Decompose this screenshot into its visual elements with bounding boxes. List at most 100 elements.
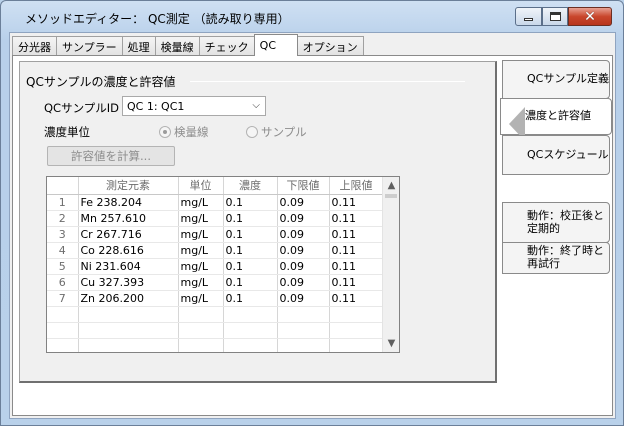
- cell-upper-limit[interactable]: 0.11: [329, 226, 384, 243]
- close-icon: ✕: [584, 8, 596, 25]
- table-row[interactable]: 4 Co 228.616 mg/L 0.1 0.09 0.11: [47, 242, 384, 259]
- tab-options[interactable]: オプション: [296, 36, 364, 56]
- calculate-tolerance-button[interactable]: 許容値を計算...: [47, 146, 175, 166]
- cell-lower-limit[interactable]: 0.09: [277, 226, 330, 243]
- qc-content-panel: QCサンプルの濃度と許容値 QCサンプルID QC 1: QC1 ⌵ 濃度単位 …: [19, 61, 497, 383]
- cell-unit[interactable]: mg/L: [178, 242, 224, 259]
- cell-lower-limit[interactable]: 0.09: [277, 274, 330, 291]
- cell-lower-limit[interactable]: 0.09: [277, 242, 330, 259]
- column-header-element[interactable]: 測定元素: [78, 177, 179, 195]
- cell-concentration[interactable]: 0.1: [223, 226, 278, 243]
- column-header-concentration[interactable]: 濃度: [223, 177, 278, 195]
- cell-element[interactable]: Cr 267.716: [78, 226, 179, 243]
- cell-unit[interactable]: mg/L: [178, 210, 224, 227]
- tab-qc[interactable]: QC: [253, 34, 298, 56]
- unit-radio-sample[interactable]: サンプル: [246, 124, 307, 140]
- minimize-icon: [524, 18, 533, 21]
- chevron-down-icon: ⌵: [252, 100, 260, 111]
- table-header-row: 測定元素 単位 濃度 下限値 上限値: [47, 177, 384, 195]
- cell-unit[interactable]: mg/L: [178, 290, 224, 307]
- column-header-lower-limit[interactable]: 下限値: [277, 177, 330, 195]
- cell-concentration[interactable]: 0.1: [223, 274, 278, 291]
- empty-row[interactable]: [47, 306, 384, 323]
- tab-calibration[interactable]: 検量線: [154, 36, 200, 56]
- cell-element[interactable]: Co 228.616: [78, 242, 179, 259]
- table-row[interactable]: 6 Cu 327.393 mg/L 0.1 0.09 0.11: [47, 274, 384, 291]
- cell-upper-limit[interactable]: 0.11: [329, 274, 384, 291]
- close-button[interactable]: ✕: [568, 7, 612, 26]
- column-header-unit[interactable]: 単位: [178, 177, 224, 195]
- qc-sample-id-select[interactable]: QC 1: QC1 ⌵: [122, 96, 266, 116]
- side-tab-label: 動作：終了時と再試行: [527, 244, 604, 270]
- qc-values-table: 測定元素 単位 濃度 下限値 上限値 1 Fe 238.204 mg/L 0.1…: [47, 177, 384, 352]
- cell-concentration[interactable]: 0.1: [223, 242, 278, 259]
- side-tab-concentration-tolerance[interactable]: 濃度と許容値: [500, 98, 612, 141]
- row-number: 4: [47, 242, 79, 259]
- cell-unit[interactable]: mg/L: [178, 194, 224, 211]
- cell-upper-limit[interactable]: 0.11: [329, 258, 384, 275]
- maximize-button[interactable]: [542, 7, 568, 26]
- tab-check[interactable]: チェック: [198, 36, 255, 56]
- cell-lower-limit[interactable]: 0.09: [277, 258, 330, 275]
- cell-concentration[interactable]: 0.1: [223, 258, 278, 275]
- title-bar[interactable]: メソッドエディター： QC測定 （読み取り専用） ✕: [1, 1, 623, 33]
- cell-concentration[interactable]: 0.1: [223, 210, 278, 227]
- qc-sample-id-label: QCサンプルID: [44, 101, 119, 115]
- row-number: 6: [47, 274, 79, 291]
- table-row[interactable]: 5 Ni 231.604 mg/L 0.1 0.09 0.11: [47, 258, 384, 275]
- window-title: メソッドエディター： QC測定 （読み取り専用）: [25, 12, 290, 26]
- side-tab-qc-sample-definition[interactable]: QCサンプル定義: [502, 60, 610, 99]
- cell-element[interactable]: Mn 257.610: [78, 210, 179, 227]
- scroll-up-icon[interactable]: ▲: [383, 177, 399, 194]
- side-tab-action-after-calibration[interactable]: 動作：校正後と定期的: [502, 202, 610, 243]
- main-tab-strip: 分光器 サンプラー 処理 検量線 チェック QC オプション: [12, 34, 364, 56]
- cell-unit[interactable]: mg/L: [178, 258, 224, 275]
- cell-unit[interactable]: mg/L: [178, 226, 224, 243]
- cell-unit[interactable]: mg/L: [178, 274, 224, 291]
- cell-element[interactable]: Ni 231.604: [78, 258, 179, 275]
- minimize-button[interactable]: [515, 7, 542, 26]
- cell-lower-limit[interactable]: 0.09: [277, 210, 330, 227]
- column-header-upper-limit[interactable]: 上限値: [329, 177, 384, 195]
- section-divider: [190, 81, 465, 82]
- side-tab-label: 動作：校正後と定期的: [527, 208, 604, 235]
- table-row[interactable]: 7 Zn 206.200 mg/L 0.1 0.09 0.11: [47, 290, 384, 307]
- table-row[interactable]: 3 Cr 267.716 mg/L 0.1 0.09 0.11: [47, 226, 384, 243]
- cell-element[interactable]: Zn 206.200: [78, 290, 179, 307]
- cell-concentration[interactable]: 0.1: [223, 194, 278, 211]
- scrollbar-thumb[interactable]: [385, 194, 397, 198]
- row-number: 1: [47, 194, 79, 211]
- tab-spectrometer[interactable]: 分光器: [12, 36, 57, 56]
- maximize-icon: [549, 12, 561, 21]
- cell-upper-limit[interactable]: 0.11: [329, 210, 384, 227]
- radio-selected-icon: [159, 126, 171, 138]
- scroll-down-icon[interactable]: ▼: [383, 335, 399, 352]
- cell-upper-limit[interactable]: 0.11: [329, 290, 384, 307]
- cell-element[interactable]: Cu 327.393: [78, 274, 179, 291]
- cell-element[interactable]: Fe 238.204: [78, 194, 179, 211]
- side-tab-label: QCサンプル定義: [527, 72, 610, 86]
- side-tab-action-at-end[interactable]: 動作：終了時と再試行: [502, 242, 610, 274]
- unit-radio-calibration[interactable]: 検量線: [159, 124, 209, 140]
- empty-row[interactable]: [47, 322, 384, 339]
- tab-processing[interactable]: 処理: [121, 36, 156, 56]
- grid-vertical-scrollbar[interactable]: ▲ ▼: [382, 177, 399, 352]
- cell-lower-limit[interactable]: 0.09: [277, 290, 330, 307]
- cell-upper-limit[interactable]: 0.11: [329, 242, 384, 259]
- table-row[interactable]: 2 Mn 257.610 mg/L 0.1 0.09 0.11: [47, 210, 384, 227]
- qc-values-grid[interactable]: 測定元素 単位 濃度 下限値 上限値 1 Fe 238.204 mg/L 0.1…: [46, 176, 400, 353]
- unit-radio-calibration-label: 検量線: [174, 125, 209, 139]
- qc-tab-panel: QCサンプルの濃度と許容値 QCサンプルID QC 1: QC1 ⌵ 濃度単位 …: [12, 55, 613, 416]
- side-tab-label: 濃度と許容値: [525, 109, 591, 123]
- cell-concentration[interactable]: 0.1: [223, 290, 278, 307]
- section-title: QCサンプルの濃度と許容値: [26, 73, 180, 90]
- tab-sampler[interactable]: サンプラー: [56, 36, 123, 56]
- empty-row[interactable]: [47, 338, 384, 352]
- cell-lower-limit[interactable]: 0.09: [277, 194, 330, 211]
- cell-upper-limit[interactable]: 0.11: [329, 194, 384, 211]
- side-tab-qc-schedule[interactable]: QCスケジュール: [502, 135, 610, 175]
- client-area: 分光器 サンプラー 処理 検量線 チェック QC オプション QCサンプルの濃度…: [9, 32, 616, 419]
- table-row[interactable]: 1 Fe 238.204 mg/L 0.1 0.09 0.11: [47, 194, 384, 211]
- row-number: 7: [47, 290, 79, 307]
- concentration-unit-label: 濃度単位: [44, 125, 90, 139]
